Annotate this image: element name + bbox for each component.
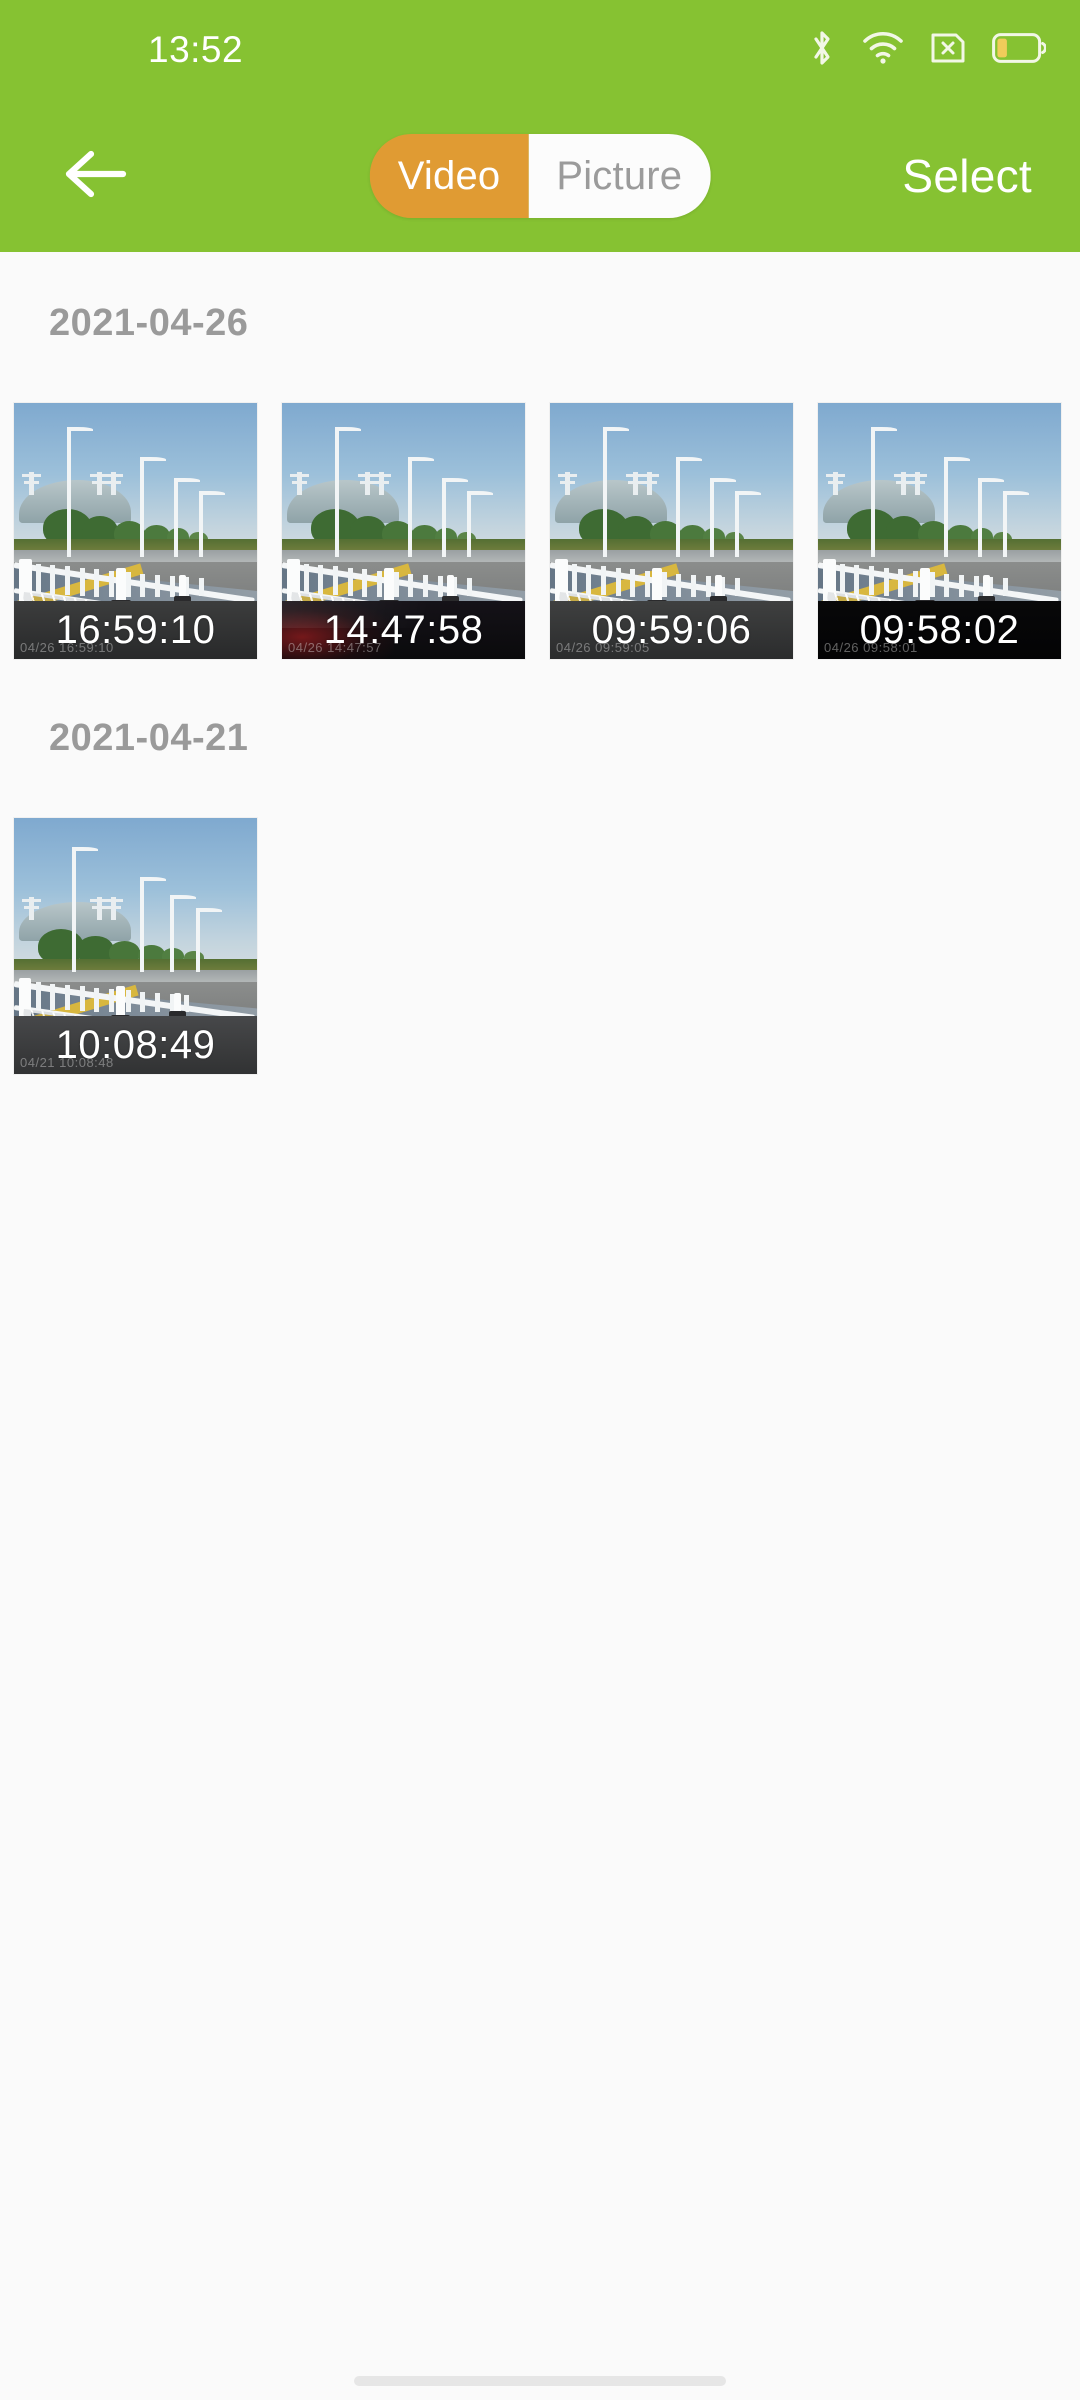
app-toolbar: Video Picture Select [0,100,1080,252]
media-type-segmented-control[interactable]: Video Picture [369,134,711,218]
media-list[interactable]: 2021-04-26 04/26 16:59:10 16:59:10 04/26… [0,252,1080,2400]
status-bar-clock: 13:52 [148,29,244,70]
back-button[interactable] [52,133,138,219]
status-bar: 13:52 [0,0,1080,100]
home-gesture-bar[interactable] [354,2376,726,2386]
video-thumbnail[interactable]: 04/26 16:59:10 16:59:10 [14,403,257,659]
thumbnail-timestamp-bar: 04/26 09:59:05 09:59:06 [550,601,793,659]
thumbnail-timestamp-bar: 04/26 09:58:01 09:58:02 [818,601,1061,659]
select-button[interactable]: Select [902,149,1042,203]
no-sim-icon [930,32,966,69]
thumbnail-timestamp-bar: 04/21 10:08:48 10:08:49 [14,1016,257,1074]
status-bar-icons [808,29,1047,72]
arrow-left-icon [59,146,131,207]
thumbnail-row: 04/21 10:08:48 10:08:49 [0,818,1080,1074]
thumbnail-time: 16:59:10 [55,607,216,652]
thumbnail-time: 09:58:02 [859,607,1020,652]
video-thumbnail[interactable]: 04/26 14:47:57 14:47:58 [282,403,525,659]
date-group: 2021-04-26 04/26 16:59:10 16:59:10 04/26… [0,252,1080,659]
thumbnail-timestamp-bar: 04/26 14:47:57 14:47:58 [282,601,525,659]
tab-video[interactable]: Video [369,134,529,218]
date-group: 2021-04-21 04/21 10:08:48 10:08:49 [0,659,1080,1074]
thumbnail-timestamp-bar: 04/26 16:59:10 16:59:10 [14,601,257,659]
video-thumbnail[interactable]: 04/26 09:58:01 09:58:02 [818,403,1061,659]
battery-icon [992,32,1047,68]
video-thumbnail[interactable]: 04/21 10:08:48 10:08:49 [14,818,257,1074]
date-header: 2021-04-21 [49,717,249,759]
bluetooth-icon [808,29,836,72]
thumbnail-row: 04/26 16:59:10 16:59:10 04/26 14:47:57 1… [0,403,1080,659]
thumbnail-time: 10:08:49 [55,1022,216,1067]
tab-picture[interactable]: Picture [528,134,711,218]
wifi-icon [862,31,904,70]
thumbnail-time: 09:59:06 [591,607,752,652]
date-header: 2021-04-26 [49,302,249,344]
video-thumbnail[interactable]: 04/26 09:59:05 09:59:06 [550,403,793,659]
thumbnail-time: 14:47:58 [323,607,484,652]
